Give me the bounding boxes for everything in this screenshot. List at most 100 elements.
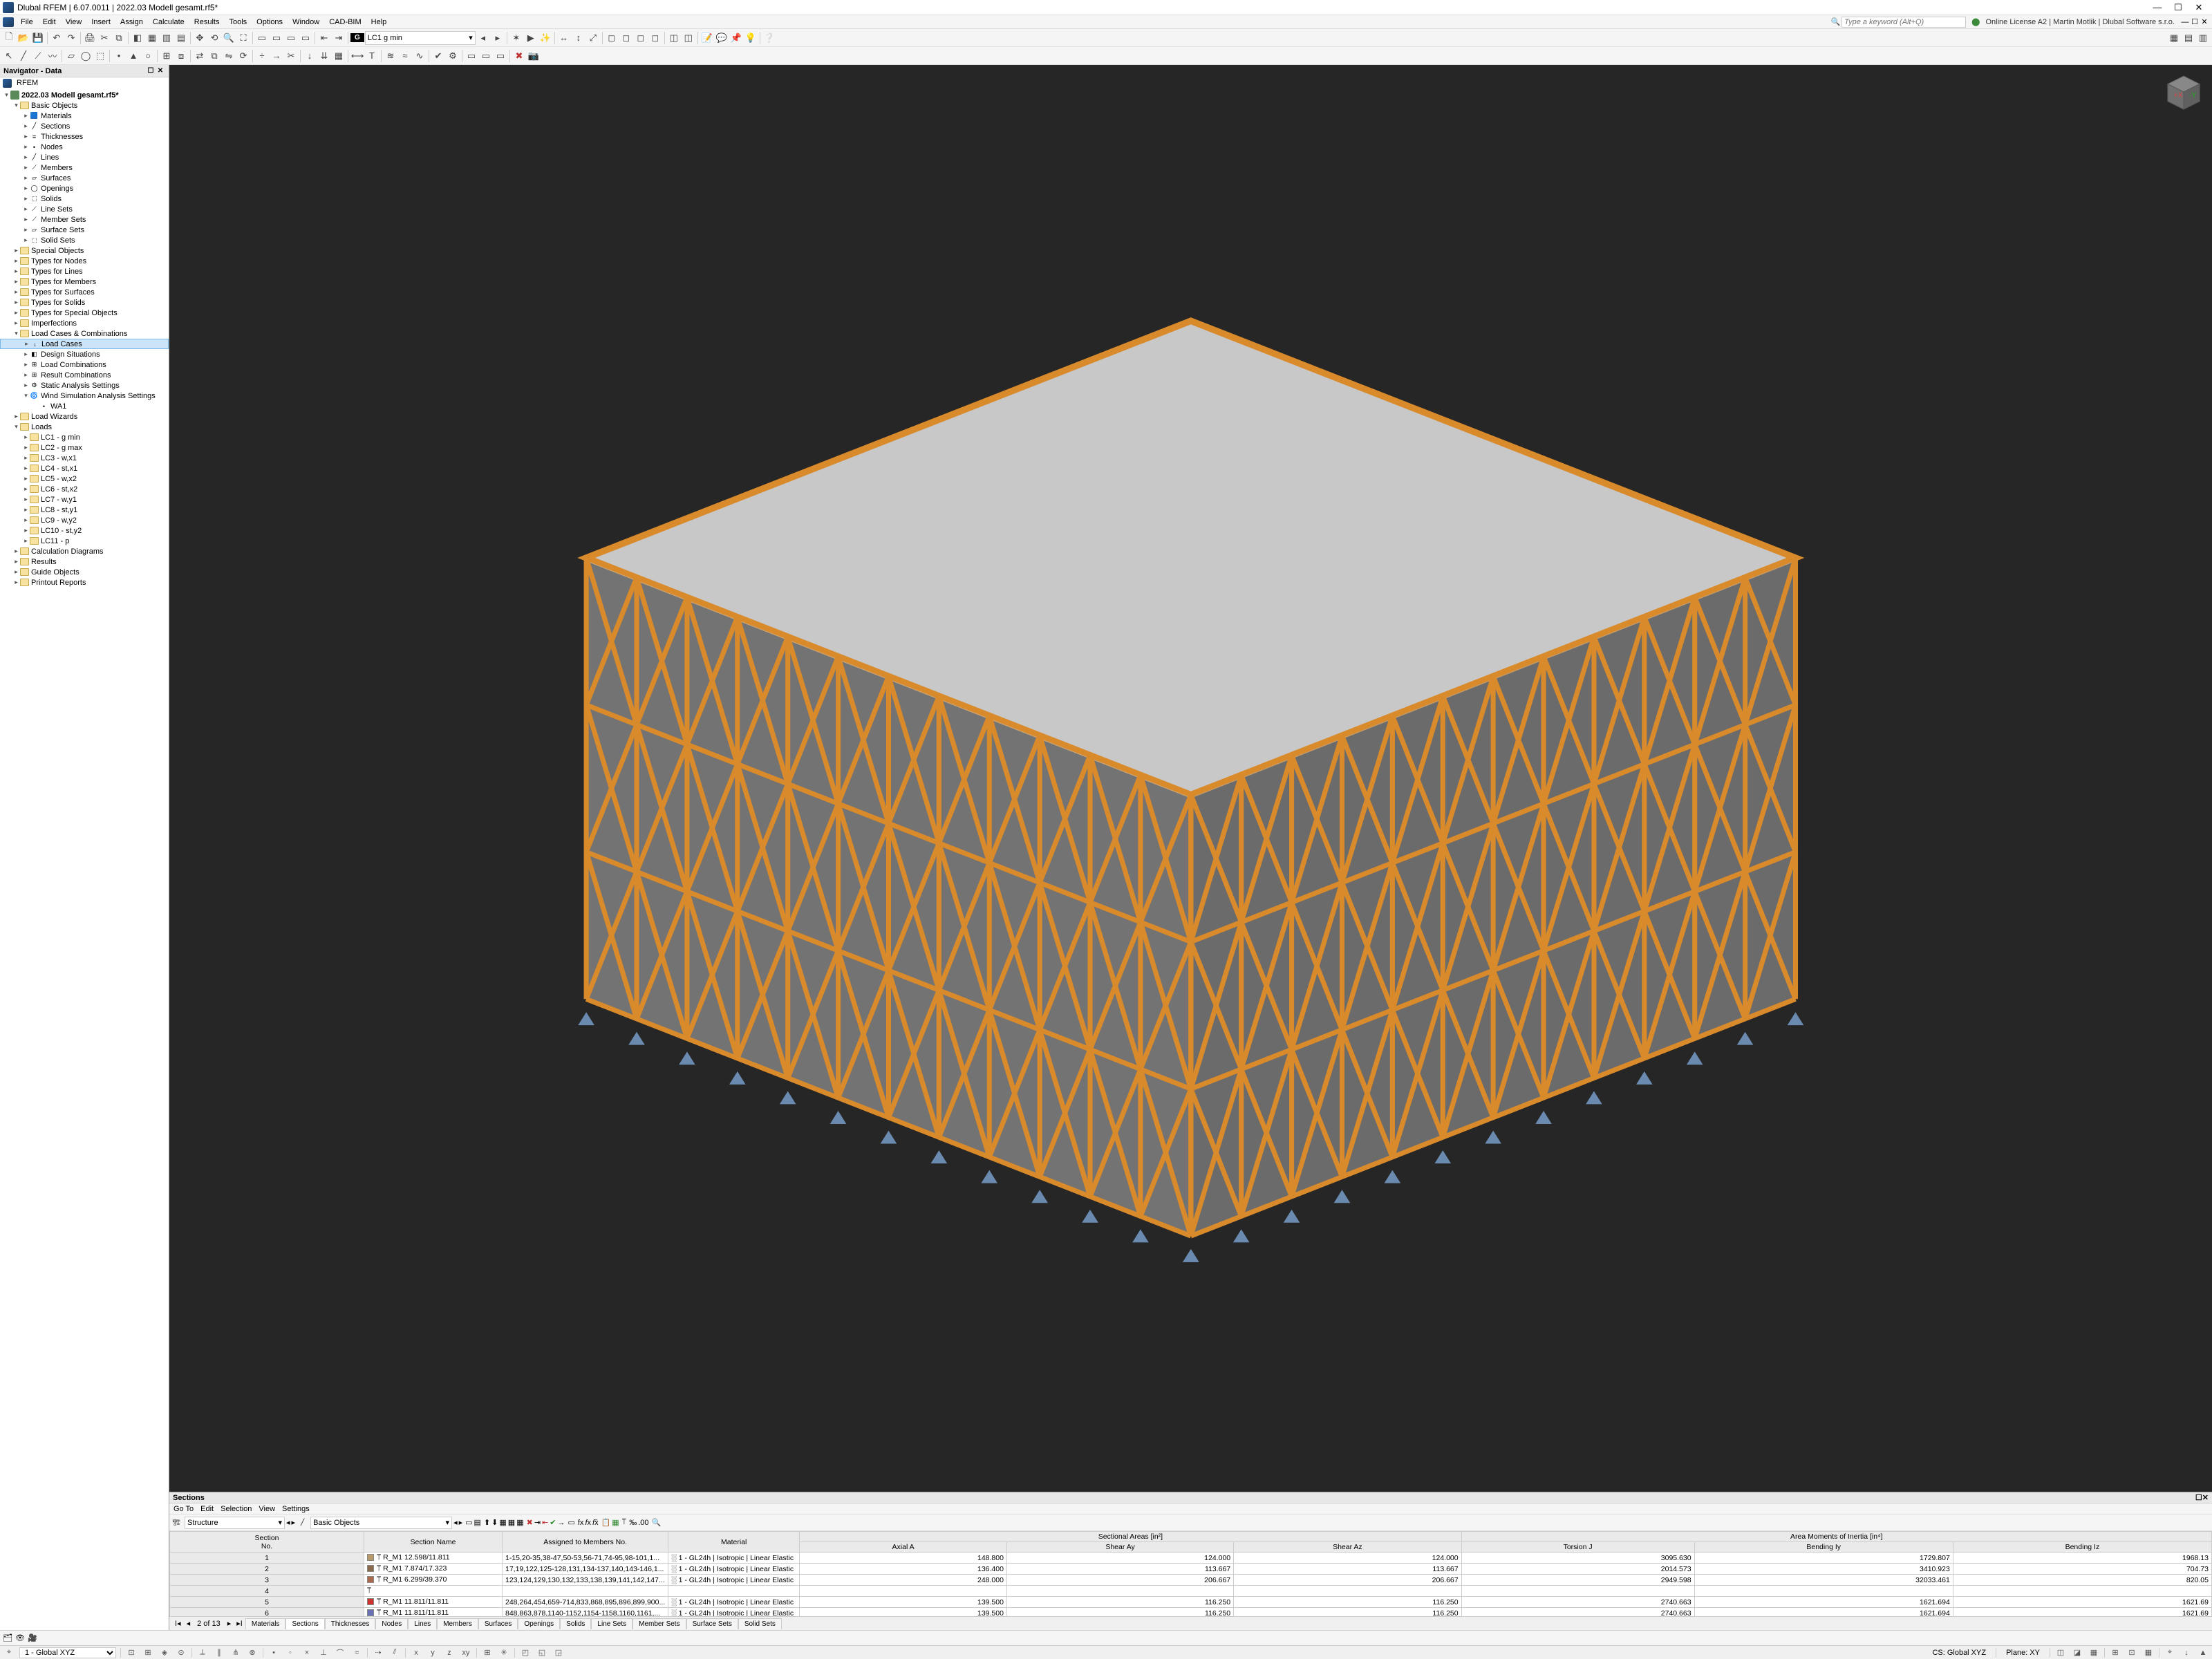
- tree-item[interactable]: ▸▱Surfaces: [0, 173, 169, 183]
- lc-next-button[interactable]: ▸: [491, 31, 505, 45]
- menu-file[interactable]: File: [16, 17, 38, 28]
- table-decimals-button[interactable]: .00: [638, 1519, 648, 1527]
- tree-item[interactable]: ▸Printout Reports: [0, 577, 169, 588]
- tree-item[interactable]: ▸Results: [0, 556, 169, 567]
- col-section-name[interactable]: Section Name: [364, 1532, 503, 1553]
- tree-item[interactable]: ▸Types for Solids: [0, 297, 169, 308]
- table-apply-button[interactable]: ✔: [550, 1518, 556, 1527]
- snap-par-button[interactable]: ⫽: [388, 1647, 401, 1658]
- tree-item[interactable]: ▸◧Design Situations: [0, 349, 169, 359]
- tree-item[interactable]: ▸╱Lines: [0, 152, 169, 162]
- label-3-button[interactable]: ◻: [634, 31, 648, 45]
- tree-item[interactable]: ▾Load Cases & Combinations: [0, 328, 169, 339]
- help-button[interactable]: ❔: [762, 31, 776, 45]
- snap-near-button[interactable]: ≈: [350, 1647, 363, 1658]
- select-button[interactable]: ↖: [2, 49, 16, 63]
- menu-tools[interactable]: Tools: [224, 17, 252, 28]
- dim-z-button[interactable]: ⤢: [586, 31, 600, 45]
- sections-dock-button[interactable]: ☐: [2195, 1493, 2202, 1502]
- load-point-button[interactable]: ↓: [303, 49, 317, 63]
- cs-x-button[interactable]: x: [410, 1647, 422, 1658]
- tab-openings[interactable]: Openings: [518, 1618, 560, 1629]
- tree-item[interactable]: ▸◯Openings: [0, 183, 169, 194]
- solid-tool-button[interactable]: ⬚: [93, 49, 107, 63]
- minimize-button[interactable]: —: [2147, 1, 2168, 14]
- filter-3-button[interactable]: ▭: [494, 49, 507, 63]
- menu-insert[interactable]: Insert: [86, 17, 115, 28]
- tree-item[interactable]: ▸LC1 - g min: [0, 432, 169, 442]
- tree-item[interactable]: ▸╱Sections: [0, 121, 169, 131]
- table-fx2-button[interactable]: fx: [585, 1519, 591, 1527]
- tree-item[interactable]: ▸⟋Line Sets: [0, 204, 169, 214]
- tab-first-button[interactable]: I◂: [172, 1619, 184, 1628]
- tree-item[interactable]: ▸≡Thicknesses: [0, 131, 169, 142]
- undo-button[interactable]: ↶: [50, 31, 64, 45]
- label-1-button[interactable]: ◻: [605, 31, 619, 45]
- tree-item[interactable]: ▸LC7 - w,y1: [0, 494, 169, 505]
- navigator-dock-button[interactable]: ☐: [146, 67, 156, 75]
- status-render-2-button[interactable]: ◪: [2071, 1647, 2083, 1658]
- view-cube[interactable]: +X -Y: [2164, 73, 2204, 113]
- tree-item[interactable]: ▸⟋Members: [0, 162, 169, 173]
- grid-tool-button[interactable]: ⊞: [160, 49, 174, 63]
- load-line-button[interactable]: ⇊: [317, 49, 331, 63]
- display-2-button[interactable]: ▭: [270, 31, 283, 45]
- tab-member-sets[interactable]: Member Sets: [632, 1618, 686, 1629]
- tree-item[interactable]: ▸⊞Result Combinations: [0, 370, 169, 380]
- table-row-down-button[interactable]: ⬇: [491, 1518, 498, 1527]
- tab-prev-button[interactable]: ◂: [184, 1619, 194, 1628]
- loadcase-combo[interactable]: LC1 g min▾: [365, 31, 476, 45]
- col-torsion[interactable]: Torsion J: [1461, 1542, 1694, 1553]
- view-y-button[interactable]: ▥: [160, 31, 174, 45]
- tab-lines[interactable]: Lines: [408, 1618, 437, 1629]
- menu-window[interactable]: Window: [288, 17, 324, 28]
- status-load-button[interactable]: ↓: [2180, 1647, 2193, 1658]
- check-button[interactable]: ✔: [431, 49, 445, 63]
- snap-8-button[interactable]: ⊗: [246, 1647, 259, 1658]
- col-axial[interactable]: Axial A: [800, 1542, 1007, 1553]
- tree-item[interactable]: ▸LC11 - p: [0, 536, 169, 546]
- polar-button[interactable]: ✳: [498, 1647, 510, 1658]
- menu-view[interactable]: View: [61, 17, 87, 28]
- basic-objects-combo[interactable]: Basic Objects▾: [310, 1517, 452, 1529]
- load-area-button[interactable]: ▦: [332, 49, 346, 63]
- pan-button[interactable]: ✥: [193, 31, 207, 45]
- panel-min-button[interactable]: —: [2180, 18, 2190, 26]
- snap-4-button[interactable]: ⊙: [175, 1647, 187, 1658]
- table-import-button[interactable]: ⇤: [542, 1518, 548, 1527]
- divide-tool-button[interactable]: ÷: [255, 49, 269, 63]
- tab-thicknesses[interactable]: Thicknesses: [325, 1618, 376, 1629]
- snap-end-button[interactable]: •: [268, 1647, 280, 1658]
- snap-perp-button[interactable]: ⊥: [317, 1647, 330, 1658]
- label-4-button[interactable]: ◻: [648, 31, 662, 45]
- view-z-button[interactable]: ▤: [174, 31, 188, 45]
- rotate-tool-button[interactable]: ⟳: [236, 49, 250, 63]
- app-menu-icon[interactable]: [3, 17, 14, 27]
- snap-tan-button[interactable]: ⌒: [334, 1647, 346, 1658]
- snap-1-button[interactable]: ⊡: [125, 1647, 138, 1658]
- tree-item[interactable]: ▸Special Objects: [0, 245, 169, 256]
- tree-item[interactable]: •WA1: [0, 401, 169, 411]
- tree-item[interactable]: ▾Loads: [0, 422, 169, 432]
- surface-tool-button[interactable]: ▱: [64, 49, 78, 63]
- extend-tool-button[interactable]: →: [270, 49, 283, 63]
- zoom-button[interactable]: 🔍: [222, 31, 236, 45]
- panel-nav-button[interactable]: 🗂: [3, 1633, 12, 1642]
- table-search-button[interactable]: 🔍: [651, 1518, 661, 1527]
- lc-prev-button[interactable]: ◂: [476, 31, 490, 45]
- tree-item[interactable]: ▸LC5 - w,x2: [0, 474, 169, 484]
- redo-button[interactable]: ↷: [64, 31, 78, 45]
- tab-surface-sets[interactable]: Surface Sets: [686, 1618, 738, 1629]
- status-render-3-button[interactable]: ▦: [2088, 1647, 2100, 1658]
- status-grid-1-button[interactable]: ⊞: [2109, 1647, 2121, 1658]
- tree-item[interactable]: ▸Imperfections: [0, 318, 169, 328]
- mirror-tool-button[interactable]: ⇋: [222, 49, 236, 63]
- maximize-button[interactable]: ☐: [2168, 1, 2188, 14]
- structure-combo[interactable]: Structure▾: [185, 1517, 285, 1529]
- snap-ext-button[interactable]: ⇢: [372, 1647, 384, 1658]
- navigator-tree[interactable]: ▾2022.03 Modell gesamt.rf5*▾Basic Object…: [0, 88, 169, 1630]
- tab-solids[interactable]: Solids: [560, 1618, 591, 1629]
- snap-int-button[interactable]: ×: [301, 1647, 313, 1658]
- ucs-2-button[interactable]: ◱: [536, 1647, 548, 1658]
- table-section-view-button[interactable]: ⟙: [622, 1518, 627, 1527]
